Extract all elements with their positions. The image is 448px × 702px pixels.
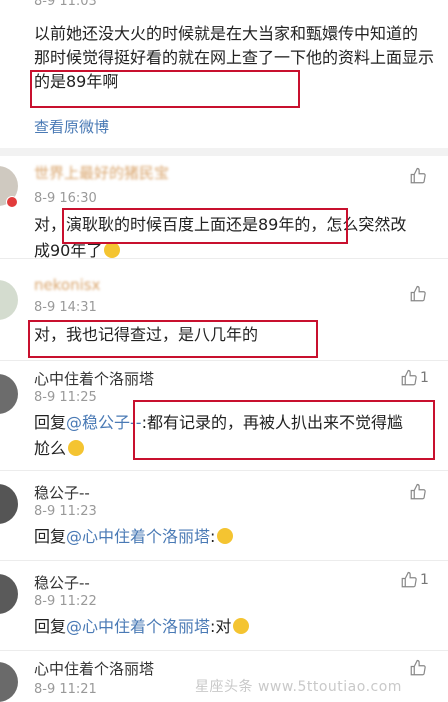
comment-body: :: [210, 527, 216, 546]
like-count: 1: [420, 572, 429, 588]
highlight-box: [28, 320, 318, 358]
post-date: 8-9 11:03: [34, 0, 97, 9]
emoji-icon: [104, 242, 121, 258]
comment-body: :对: [210, 617, 232, 636]
like-button[interactable]: [409, 658, 437, 678]
watermark: 星座头条 www.5ttoutiao.com: [195, 679, 402, 695]
comment-text: 回复@心中住着个洛丽塔:对: [34, 614, 414, 640]
highlight-box: [133, 400, 435, 460]
avatar[interactable]: [0, 662, 18, 702]
divider: [0, 650, 448, 651]
like-button[interactable]: [409, 284, 437, 304]
comment-text: 回复@心中住着个洛丽塔:: [34, 524, 414, 550]
divider: [0, 360, 448, 361]
divider: [0, 560, 448, 561]
comment-time: 8-9 11:25: [34, 390, 97, 405]
verified-badge-icon: [6, 196, 18, 208]
like-button[interactable]: 1: [400, 570, 440, 590]
reply-prefix: 回复: [34, 527, 67, 546]
reply-prefix: 回复: [34, 617, 67, 636]
avatar[interactable]: [0, 484, 18, 524]
like-button[interactable]: [409, 482, 437, 502]
commenter-name[interactable]: 世界上最好的猪民宝: [34, 162, 169, 183]
emoji-icon: [217, 528, 234, 544]
commenter-name[interactable]: 心中住着个洛丽塔: [34, 658, 154, 679]
comment-time: 8-9 14:31: [34, 300, 97, 315]
thumbs-up-icon: [410, 285, 426, 302]
thumbs-up-icon: [401, 369, 417, 386]
like-button[interactable]: 1: [400, 368, 440, 388]
thumbs-up-icon: [401, 571, 417, 588]
thumbs-up-icon: [410, 483, 426, 500]
emoji-icon: [233, 618, 250, 634]
like-count: 1: [420, 370, 429, 386]
highlight-box: [62, 208, 348, 244]
avatar[interactable]: [0, 574, 18, 614]
thumbs-up-icon: [410, 659, 426, 676]
like-button[interactable]: [409, 166, 437, 186]
highlight-box: [30, 70, 300, 108]
comment-time: 8-9 11:23: [34, 504, 97, 519]
commenter-name[interactable]: 稳公子--: [34, 572, 90, 593]
emoji-icon: [68, 440, 85, 456]
divider: [0, 470, 448, 471]
comment-time: 8-9 16:30: [34, 191, 97, 206]
comment-time: 8-9 11:22: [34, 594, 97, 609]
avatar[interactable]: [0, 374, 18, 414]
mention-link[interactable]: @心中住着个洛丽塔: [66, 527, 210, 546]
commenter-name[interactable]: 心中住着个洛丽塔: [34, 368, 154, 389]
mention-link[interactable]: @稳公子--: [66, 413, 142, 432]
mention-link[interactable]: @心中住着个洛丽塔: [66, 617, 210, 636]
divider: [0, 148, 448, 156]
commenter-name[interactable]: 稳公子--: [34, 482, 90, 503]
view-original-link[interactable]: 查看原微博: [34, 116, 109, 137]
divider: [0, 258, 448, 259]
commenter-name[interactable]: nekonisx: [34, 276, 100, 294]
reply-prefix: 回复: [34, 413, 67, 432]
thumbs-up-icon: [410, 167, 426, 184]
avatar[interactable]: [0, 280, 18, 320]
comment-time: 8-9 11:21: [34, 682, 97, 697]
